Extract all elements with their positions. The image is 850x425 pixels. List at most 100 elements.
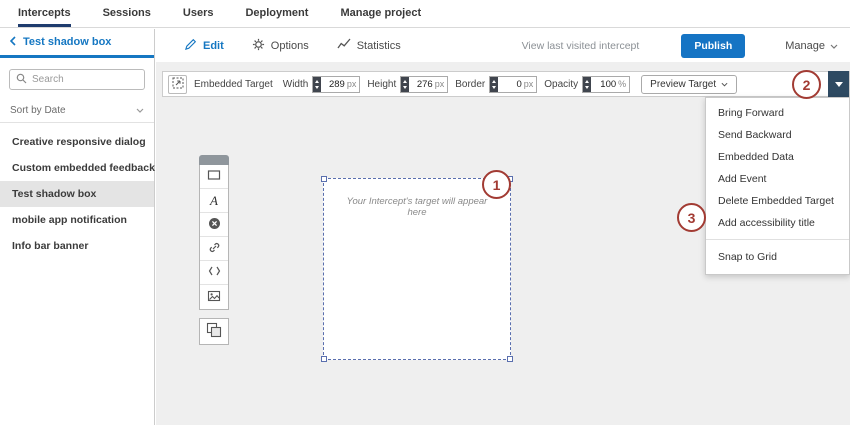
height-control: Height px: [367, 76, 448, 93]
chevron-down-icon: [136, 105, 144, 116]
target-placeholder-text: Your Intercept's target will appear here: [324, 196, 510, 218]
stepper-icon[interactable]: [313, 77, 321, 92]
opacity-control: Opacity %: [544, 76, 630, 93]
rectangle-tool-button[interactable]: [200, 165, 228, 189]
line-chart-icon: [337, 38, 351, 53]
options-tab[interactable]: Options: [252, 38, 309, 54]
width-input[interactable]: [321, 77, 346, 92]
canvas: Embedded Target Width px Height px: [156, 62, 850, 425]
annotation-step-2: 2: [792, 70, 821, 99]
sidebar-back-header[interactable]: Test shadow box: [0, 29, 154, 58]
opacity-label: Opacity: [544, 79, 578, 90]
border-control: Border px: [455, 76, 537, 93]
app-window: Intercepts Sessions Users Deployment Man…: [0, 0, 850, 425]
stepper-icon[interactable]: [401, 77, 409, 92]
border-input-box: px: [489, 76, 537, 93]
manage-dropdown[interactable]: Manage: [785, 40, 838, 52]
publish-button[interactable]: Publish: [681, 34, 745, 58]
embedded-target-icon-button[interactable]: [168, 75, 187, 94]
annotation-step-3: 3: [677, 203, 706, 232]
search-box: [9, 69, 145, 90]
menu-item-bring-forward[interactable]: Bring Forward: [706, 102, 849, 124]
stepper-icon[interactable]: [490, 77, 498, 92]
pencil-icon: [184, 38, 197, 54]
rectangle-icon: [207, 169, 221, 184]
preview-target-label: Preview Target: [650, 79, 716, 90]
list-item-creative-responsive-dialog[interactable]: Creative responsive dialog: [0, 129, 154, 155]
border-label: Border: [455, 79, 485, 90]
tab-intercepts[interactable]: Intercepts: [18, 0, 71, 27]
embedded-target-toolbar: Embedded Target Width px Height px: [162, 71, 850, 97]
list-item-info-bar-banner[interactable]: Info bar banner: [0, 233, 154, 259]
image-tool-button[interactable]: [200, 285, 228, 309]
opacity-input[interactable]: [591, 77, 618, 92]
intercept-toolbar: Edit Options Statistics View last visite…: [156, 29, 850, 62]
stepper-icon[interactable]: [583, 77, 591, 92]
palette-drag-handle[interactable]: [199, 155, 229, 165]
text-icon: A: [210, 194, 218, 207]
text-tool-button[interactable]: A: [200, 189, 228, 213]
tab-deployment[interactable]: Deployment: [245, 0, 308, 27]
view-last-visited-link[interactable]: View last visited intercept: [522, 40, 640, 52]
embed-code-icon: [208, 265, 221, 280]
resize-handle-bottom-right[interactable]: [507, 356, 513, 362]
annotation-step-1: 1: [482, 170, 511, 199]
menu-item-add-event[interactable]: Add Event: [706, 168, 849, 190]
sidebar: Test shadow box Sort by Date Creative re…: [0, 29, 155, 425]
list-item-mobile-app-notification[interactable]: mobile app notification: [0, 207, 154, 233]
image-icon: [207, 290, 221, 305]
tool-palette: A: [199, 155, 229, 345]
tab-sessions[interactable]: Sessions: [103, 0, 151, 27]
remove-tool-button[interactable]: [200, 213, 228, 237]
chevron-down-icon: [721, 79, 728, 90]
list-item-custom-embedded-feedback[interactable]: Custom embedded feedback: [0, 155, 154, 181]
search-input[interactable]: [32, 74, 138, 85]
height-input-box: px: [400, 76, 448, 93]
options-label: Options: [271, 40, 309, 52]
layers-tool-button[interactable]: [199, 318, 229, 345]
target-actions-menu-button[interactable]: [828, 71, 849, 97]
statistics-label: Statistics: [357, 40, 401, 52]
manage-label: Manage: [785, 40, 825, 52]
list-item-test-shadow-box[interactable]: Test shadow box: [0, 181, 154, 207]
tab-users[interactable]: Users: [183, 0, 214, 27]
statistics-tab[interactable]: Statistics: [337, 38, 401, 53]
height-label: Height: [367, 79, 396, 90]
link-icon: [208, 241, 221, 257]
target-actions-menu: Bring Forward Send Backward Embedded Dat…: [705, 97, 850, 275]
edit-label: Edit: [203, 40, 224, 52]
gear-icon: [252, 38, 265, 54]
main-area: Edit Options Statistics View last visite…: [156, 29, 850, 425]
sidebar-title: Test shadow box: [23, 36, 111, 48]
width-label: Width: [283, 79, 309, 90]
embedded-target-box[interactable]: Your Intercept's target will appear here: [323, 178, 511, 360]
chevron-left-icon: [10, 33, 16, 51]
embed-code-tool-button[interactable]: [200, 261, 228, 285]
sort-dropdown[interactable]: Sort by Date: [0, 99, 154, 123]
menu-item-delete-embedded-target[interactable]: Delete Embedded Target: [706, 190, 849, 212]
top-nav: Intercepts Sessions Users Deployment Man…: [0, 0, 850, 28]
edit-tab[interactable]: Edit: [184, 38, 224, 54]
link-tool-button[interactable]: [200, 237, 228, 261]
dashed-frame-arrow-icon: [172, 77, 184, 92]
chevron-down-icon: [830, 40, 838, 52]
height-unit: px: [435, 77, 448, 92]
close-circle-icon: [208, 217, 221, 233]
resize-handle-top-left[interactable]: [321, 176, 327, 182]
preview-target-button[interactable]: Preview Target: [641, 75, 737, 94]
border-input[interactable]: [498, 77, 523, 92]
resize-handle-bottom-left[interactable]: [321, 356, 327, 362]
menu-item-add-accessibility-title[interactable]: Add accessibility title: [706, 212, 849, 234]
menu-separator: [706, 239, 849, 240]
width-unit: px: [347, 77, 360, 92]
height-input[interactable]: [409, 77, 434, 92]
palette-body: A: [199, 165, 229, 310]
menu-item-embedded-data[interactable]: Embedded Data: [706, 146, 849, 168]
menu-item-snap-to-grid[interactable]: Snap to Grid: [706, 246, 849, 268]
opacity-input-box: %: [582, 76, 630, 93]
layers-icon: [206, 322, 222, 341]
search-icon: [16, 71, 27, 89]
tab-manage-project[interactable]: Manage project: [340, 0, 421, 27]
menu-item-send-backward[interactable]: Send Backward: [706, 124, 849, 146]
embedded-target-label: Embedded Target: [194, 79, 273, 90]
